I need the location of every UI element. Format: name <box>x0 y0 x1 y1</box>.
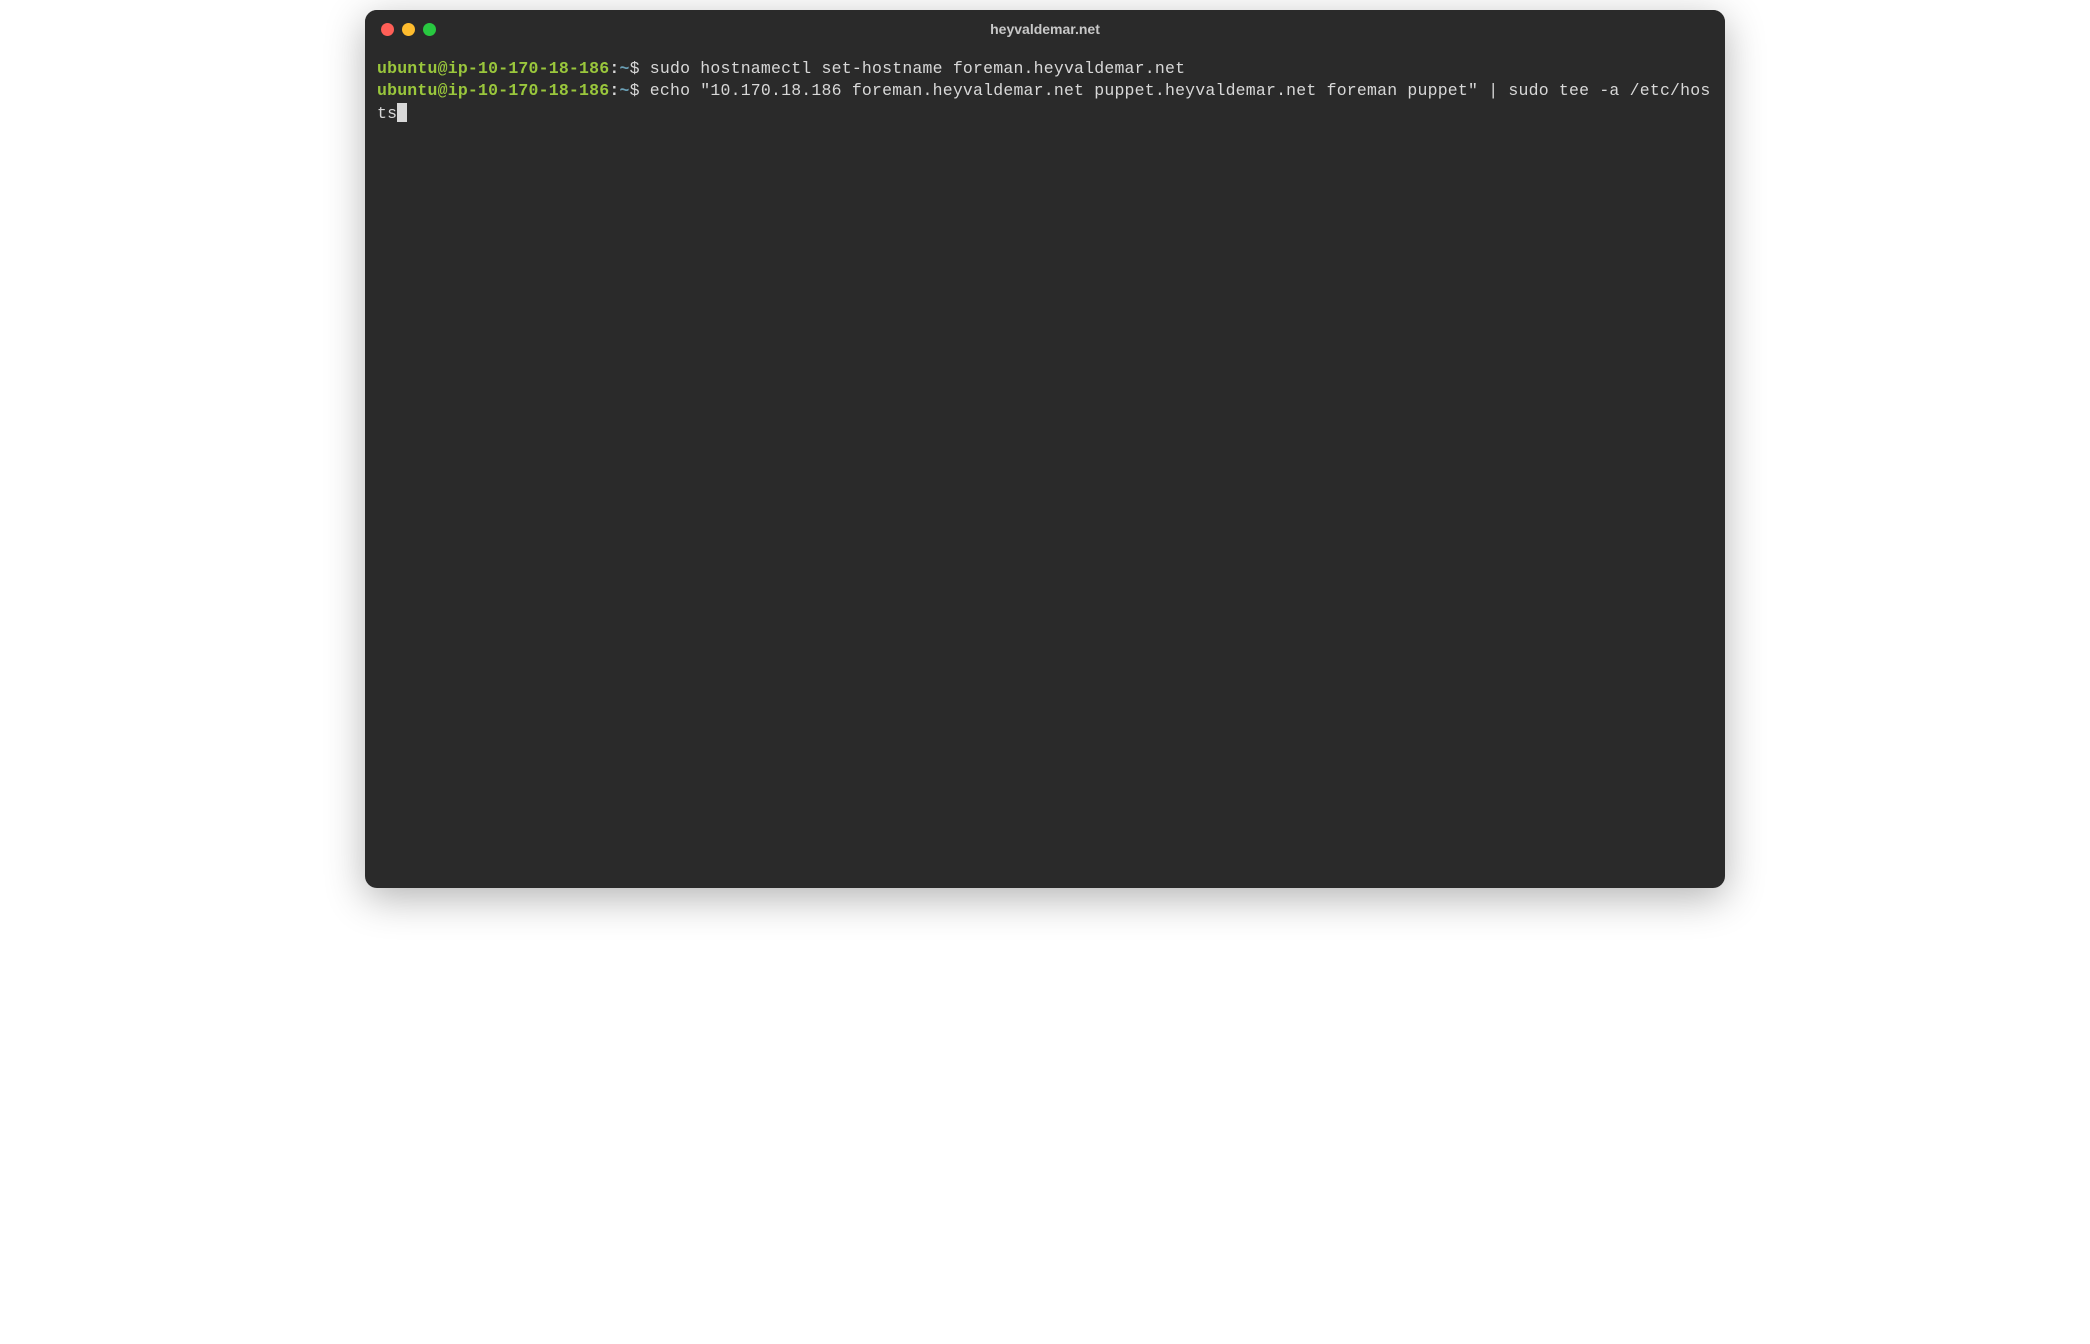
close-icon[interactable] <box>381 23 394 36</box>
terminal-window: heyvaldemar.net ubuntu@ip-10-170-18-186:… <box>365 10 1725 888</box>
prompt-path: ~ <box>619 59 629 78</box>
prompt-path: ~ <box>619 81 629 100</box>
minimize-icon[interactable] <box>402 23 415 36</box>
command-line-1: sudo hostnamectl set-hostname foreman.he… <box>650 59 1185 78</box>
window-title: heyvaldemar.net <box>990 21 1100 37</box>
traffic-lights <box>381 23 436 36</box>
prompt-user-host: ubuntu@ip-10-170-18-186 <box>377 59 609 78</box>
maximize-icon[interactable] <box>423 23 436 36</box>
prompt-colon: : <box>609 59 619 78</box>
title-bar: heyvaldemar.net <box>365 10 1725 48</box>
prompt-colon: : <box>609 81 619 100</box>
cursor-icon <box>397 103 407 122</box>
terminal-body[interactable]: ubuntu@ip-10-170-18-186:~$ sudo hostname… <box>365 48 1725 888</box>
prompt-symbol: $ <box>630 81 640 100</box>
prompt-symbol: $ <box>630 59 640 78</box>
prompt-user-host: ubuntu@ip-10-170-18-186 <box>377 81 609 100</box>
